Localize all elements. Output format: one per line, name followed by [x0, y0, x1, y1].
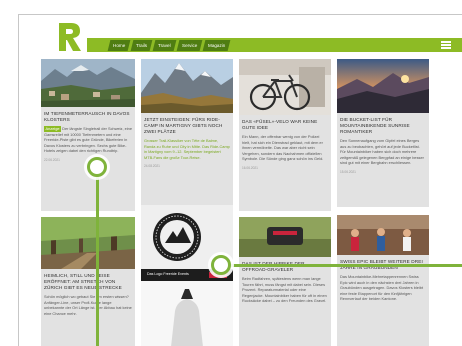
- article-date: 16.06.2021: [242, 165, 258, 170]
- advertisement-banner-text: Das Logo Freeride Events: [147, 272, 189, 276]
- article-teaser: Ein Mann, der offenbar wenig von der Pol…: [242, 134, 324, 161]
- article-date: 15.06.2021: [340, 169, 356, 174]
- ride-logo[interactable]: [57, 21, 83, 53]
- annotation-marker-center: [211, 255, 231, 275]
- article-title[interactable]: DAS «FÜSEL»-VELO WAR KEINE GUTE IDEE: [242, 119, 328, 131]
- annotation-pointer-vertical: [96, 166, 99, 346]
- browser-viewport: Home Trails Travel Service Magazin IM TI…: [18, 14, 462, 346]
- article-title[interactable]: JETZT EINSTEIGEN: FÜRS RIDE-CAMP IN MART…: [144, 117, 230, 135]
- annotation-marker-left: [87, 157, 107, 177]
- annotation-pointer-horizontal: [220, 264, 462, 267]
- advertisement-card[interactable]: Das Logo Freeride Events: [141, 205, 233, 346]
- nav-home[interactable]: Home: [107, 39, 131, 51]
- article-title[interactable]: HEIMLICH, STILL UND LEISE ERÖFFNET: AM S…: [44, 273, 132, 291]
- article-teaser: Anzeige Der längste Singletrail der Schw…: [44, 126, 133, 153]
- advertisement-product-image: [141, 281, 233, 346]
- main-navigation: Home Trails Travel Service Magazin: [87, 38, 462, 52]
- page: Home Trails Travel Service Magazin IM TI…: [0, 0, 462, 346]
- article-teaser: Den Sonnenaufgang vom Gipfel eines Berge…: [340, 138, 424, 165]
- article-image-mountain-village: [41, 59, 135, 107]
- hamburger-menu-icon[interactable]: [441, 41, 451, 49]
- nav-trails[interactable]: Trails: [130, 39, 153, 51]
- article-teaser: Das Mountainbike-Mehretappenrennen Swiss…: [340, 274, 424, 301]
- article-image-race-riders: [337, 215, 429, 255]
- nav-travel[interactable]: Travel: [152, 39, 177, 51]
- article-image-bike-shop: [239, 59, 331, 115]
- nav-service[interactable]: Service: [176, 39, 203, 51]
- article-date: 24.08.2021: [144, 164, 160, 168]
- article-card-sunrise[interactable]: DIE BUCKET-LIST FÜR MOUNTAINBIKENDE SUNR…: [337, 59, 429, 207]
- article-image-alpine-peaks: [141, 59, 233, 113]
- article-card-davos[interactable]: IM TIEFENMETERRAUSCH IN DAVOS KLOSTERS A…: [41, 59, 135, 211]
- article-title[interactable]: IM TIEFENMETERRAUSCH IN DAVOS KLOSTERS: [44, 111, 132, 123]
- article-teaser: Beim Radfahren, spätestens wenn man lang…: [242, 276, 327, 303]
- article-card-velo[interactable]: DAS «FÜSEL»-VELO WAR KEINE GUTE IDEE Ein…: [239, 59, 331, 211]
- article-title[interactable]: DAS IST DER HIPBIKE DER OFFROAD-GRAVELER: [242, 261, 328, 273]
- site-header: Home Trails Travel Service Magazin: [19, 15, 462, 61]
- nav-magazin[interactable]: Magazin: [202, 39, 231, 51]
- article-card-swiss-epic[interactable]: SWISS EPIC BLEIBT WEITERE DREI JAHRE IN …: [337, 215, 429, 346]
- article-card-zurich[interactable]: HEIMLICH, STILL UND LEISE ERÖFFNET: AM S…: [41, 217, 135, 346]
- article-card-offroad-graveler[interactable]: DAS IST DER HIPBIKE DER OFFROAD-GRAVELER…: [239, 217, 331, 346]
- article-image-sunrise-ridge: [337, 59, 429, 113]
- article-title[interactable]: DIE BUCKET-LIST FÜR MOUNTAINBIKENDE SUNR…: [340, 117, 426, 135]
- article-image-forest-trail: [41, 217, 135, 269]
- article-teaser: Schön möglich wo gebaut Sie am ersten wi…: [44, 294, 132, 316]
- article-teaser: Grosser Trail-Klassiker von Tête de Balm…: [144, 138, 230, 160]
- article-card-martigny[interactable]: JETZT EINSTEIGEN: FÜRS RIDE-CAMP IN MART…: [141, 59, 233, 205]
- article-image-bike-pack: [239, 217, 331, 257]
